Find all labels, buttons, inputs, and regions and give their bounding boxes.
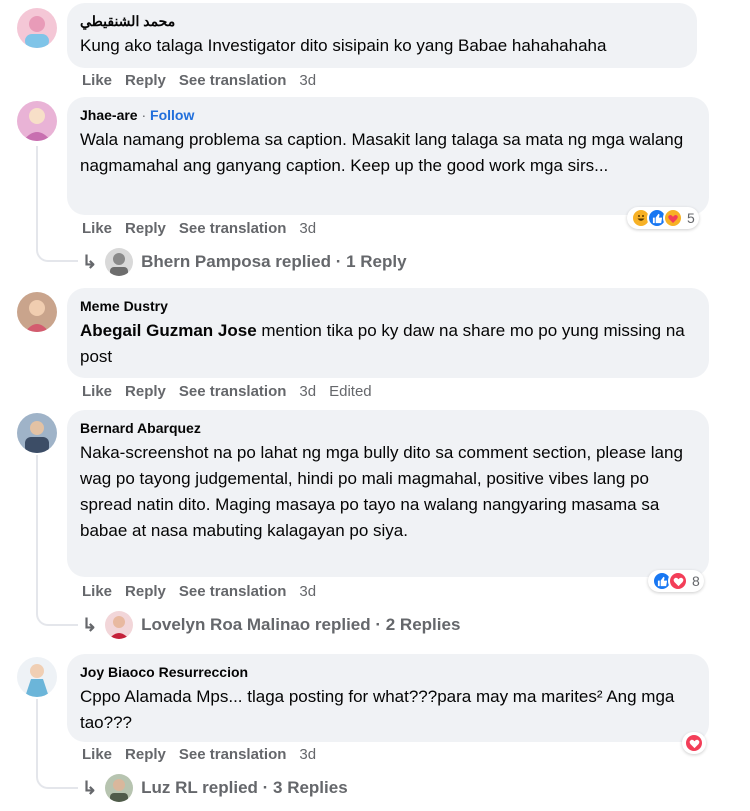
edited-label: Edited	[329, 383, 372, 400]
comment-bubble: Joy Biaoco Resurreccion Cppo Alamada Mps…	[67, 654, 709, 742]
reply-summary[interactable]: Lovelyn Roa Malinao replied · 2 Replies	[141, 615, 460, 635]
reply-button[interactable]: Reply	[125, 72, 166, 89]
reply-arrow-icon: ↳	[82, 251, 98, 272]
comment-actions: Like Reply See translation 3d	[82, 583, 316, 600]
like-button[interactable]: Like	[82, 383, 112, 400]
comment-timestamp[interactable]: 3d	[299, 72, 316, 89]
comment-timestamp[interactable]: 3d	[299, 583, 316, 600]
like-button[interactable]: Like	[82, 72, 112, 89]
avatar[interactable]	[17, 101, 57, 141]
comment-bubble: محمد الشنقيطي Kung ako talaga Investigat…	[67, 3, 697, 68]
comment-text: Wala namang problema sa caption. Masakit…	[80, 130, 684, 175]
reaction-count: 8	[692, 573, 700, 589]
avatar[interactable]	[17, 8, 57, 48]
see-translation-button[interactable]: See translation	[179, 383, 287, 400]
comment-text-block: Abegail Guzman Jose mention tika po ky d…	[80, 318, 697, 370]
avatar[interactable]	[17, 657, 57, 697]
thread-line	[36, 455, 38, 610]
avatar[interactable]	[17, 413, 57, 453]
reaction-summary[interactable]: 8	[648, 570, 704, 592]
reply-arrow-icon: ↳	[82, 777, 98, 798]
thread-connector	[36, 610, 78, 626]
comment-author-line: Jhae-are · Follow	[80, 106, 697, 124]
reply-button[interactable]: Reply	[125, 220, 166, 237]
like-button[interactable]: Like	[82, 746, 112, 763]
comment-actions: Like Reply See translation 3d	[82, 72, 316, 89]
comment-actions: Like Reply See translation 3d Edited	[82, 383, 372, 400]
comment-bubble: Meme Dustry Abegail Guzman Jose mention …	[67, 288, 709, 378]
comment-timestamp[interactable]: 3d	[299, 746, 316, 763]
thread-line	[36, 699, 38, 773]
comment-bubble: Jhae-are · Follow Wala namang problema s…	[67, 97, 709, 215]
love-reaction-icon	[668, 571, 688, 591]
see-translation-button[interactable]: See translation	[179, 583, 287, 600]
thread-line	[36, 146, 38, 246]
view-replies-link[interactable]: ↳ Bhern Pamposa replied · 1 Reply	[82, 248, 407, 276]
avatar[interactable]	[17, 292, 57, 332]
reply-summary[interactable]: Luz RL replied · 3 Replies	[141, 778, 348, 798]
replier-avatar	[105, 248, 134, 276]
see-translation-button[interactable]: See translation	[179, 220, 287, 237]
comment-author[interactable]: Jhae-are	[80, 107, 138, 123]
separator: ·	[137, 107, 151, 123]
follow-button[interactable]: Follow	[150, 107, 194, 123]
comment-actions: Like Reply See translation 3d	[82, 220, 316, 237]
mention-link[interactable]: Abegail Guzman Jose	[80, 321, 257, 340]
thread-connector	[36, 246, 78, 262]
care-reaction-icon	[663, 208, 683, 228]
reaction-summary[interactable]	[682, 732, 706, 754]
reply-arrow-icon: ↳	[82, 614, 98, 635]
view-replies-link[interactable]: ↳ Lovelyn Roa Malinao replied · 2 Replie…	[82, 611, 460, 639]
replier-avatar	[105, 611, 134, 639]
see-translation-button[interactable]: See translation	[179, 746, 287, 763]
comment-bubble: Bernard Abarquez Naka-screenshot na po l…	[67, 410, 709, 577]
reaction-summary[interactable]: 5	[627, 207, 699, 229]
comment-author[interactable]: محمد الشنقيطي	[80, 12, 685, 30]
see-translation-button[interactable]: See translation	[179, 72, 287, 89]
reply-button[interactable]: Reply	[125, 746, 166, 763]
reply-button[interactable]: Reply	[125, 383, 166, 400]
like-button[interactable]: Like	[82, 583, 112, 600]
reply-button[interactable]: Reply	[125, 583, 166, 600]
comment-author[interactable]: Meme Dustry	[80, 297, 697, 315]
replier-avatar	[105, 774, 134, 802]
comment-author[interactable]: Bernard Abarquez	[80, 419, 697, 437]
comment-text: Cppo Alamada Mps... tlaga posting for wh…	[80, 687, 675, 732]
reply-summary[interactable]: Bhern Pamposa replied · 1 Reply	[141, 252, 406, 272]
comment-actions: Like Reply See translation 3d	[82, 746, 316, 763]
comment-text: Kung ako talaga Investigator dito sisipa…	[80, 36, 607, 55]
view-replies-link[interactable]: ↳ Luz RL replied · 3 Replies	[82, 774, 348, 802]
reaction-count: 5	[687, 210, 695, 226]
comment-author[interactable]: Joy Biaoco Resurreccion	[80, 663, 697, 681]
like-button[interactable]: Like	[82, 220, 112, 237]
comment-timestamp[interactable]: 3d	[299, 383, 316, 400]
love-reaction-icon	[684, 733, 704, 753]
comment-text: Naka-screenshot na po lahat ng mga bully…	[80, 443, 683, 540]
thread-connector	[36, 773, 78, 789]
comment-timestamp[interactable]: 3d	[299, 220, 316, 237]
